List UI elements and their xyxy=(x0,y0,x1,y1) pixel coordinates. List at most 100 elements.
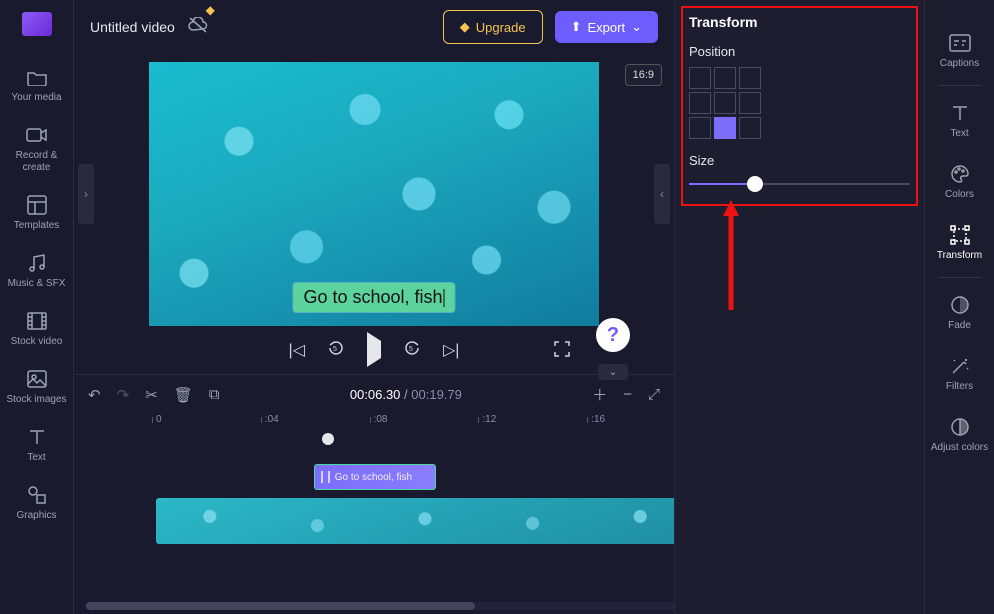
export-label: Export xyxy=(588,20,626,35)
sidebar-item-text[interactable]: Text xyxy=(0,416,73,474)
timeline-time: 00:06.30 / 00:19.79 xyxy=(236,387,577,402)
transform-panel-title: Transform xyxy=(689,14,910,30)
duplicate-icon[interactable]: ⧉ xyxy=(209,386,220,403)
tool-label: Filters xyxy=(946,381,973,392)
sidebar-item-your-media[interactable]: Your media xyxy=(0,56,73,114)
image-icon xyxy=(26,368,48,390)
crown-icon: ◆ xyxy=(460,19,470,35)
templates-icon xyxy=(26,194,48,216)
sidebar-item-label: Record & create xyxy=(4,150,69,174)
upgrade-button[interactable]: ◆ Upgrade xyxy=(443,10,543,44)
sidebar-item-label: Music & SFX xyxy=(8,278,66,290)
shapes-icon xyxy=(26,484,48,506)
skip-back-icon[interactable]: |◁ xyxy=(289,340,305,360)
zoom-out-icon[interactable]: − xyxy=(623,386,632,403)
export-button[interactable]: ⬆ Export ⌄ xyxy=(555,11,658,43)
wand-icon xyxy=(949,355,971,377)
position-cell-3[interactable] xyxy=(689,92,711,114)
svg-text:5: 5 xyxy=(333,346,337,353)
sidebar-item-record-create[interactable]: Record & create xyxy=(0,114,73,184)
skip-forward-icon[interactable]: ▷| xyxy=(443,340,459,360)
redo-icon[interactable]: ↷ xyxy=(117,386,130,404)
timeline-ruler[interactable]: 0:04:08:12:16:20 xyxy=(86,414,674,436)
tool-label: Captions xyxy=(940,58,979,69)
sidebar-item-graphics[interactable]: Graphics xyxy=(0,474,73,532)
caption-text: Go to school, fish xyxy=(303,287,442,307)
video-preview[interactable]: Go to school, fish xyxy=(149,62,599,326)
position-cell-2[interactable] xyxy=(739,67,761,89)
rewind-5-icon[interactable]: 5 xyxy=(327,339,345,362)
cloud-sync-off-icon[interactable]: ◆ xyxy=(187,17,209,38)
add-track-icon[interactable]: ＋ xyxy=(592,384,607,405)
scrollbar-thumb[interactable] xyxy=(86,602,475,610)
sidebar-item-music-sfx[interactable]: Music & SFX xyxy=(0,242,73,300)
sidebar-item-label: Templates xyxy=(14,220,60,232)
tool-label: Colors xyxy=(945,189,974,200)
diamond-icon: ◆ xyxy=(206,3,215,17)
tool-fade[interactable]: Fade xyxy=(925,282,994,343)
forward-5-icon[interactable]: 5 xyxy=(403,339,421,362)
text-clip-label: Go to school, fish xyxy=(335,472,412,483)
aspect-ratio-selector[interactable]: 16:9 xyxy=(625,64,662,86)
app-logo[interactable] xyxy=(22,12,52,36)
ruler-tick: 0 xyxy=(156,414,162,425)
timeline[interactable]: 0:04:08:12:16:20 Go to school, fish xyxy=(74,414,674,614)
tool-label: Fade xyxy=(948,320,971,331)
tool-filters[interactable]: Filters xyxy=(925,343,994,404)
sidebar-item-label: Graphics xyxy=(16,510,56,522)
size-slider-thumb[interactable] xyxy=(747,176,763,192)
position-cell-8[interactable] xyxy=(739,117,761,139)
chevron-down-icon: ⌄ xyxy=(631,19,642,35)
tool-text[interactable]: Text xyxy=(925,90,994,151)
position-cell-4[interactable] xyxy=(714,92,736,114)
sidebar-item-templates[interactable]: Templates xyxy=(0,184,73,242)
sidebar-item-label: Text xyxy=(27,452,45,464)
ruler-tick: :08 xyxy=(374,414,388,425)
position-cell-6[interactable] xyxy=(689,117,711,139)
sidebar-item-stock-video[interactable]: Stock video xyxy=(0,300,73,358)
undo-icon[interactable]: ↶ xyxy=(88,386,101,404)
ruler-tick: :04 xyxy=(265,414,279,425)
tool-colors[interactable]: Colors xyxy=(925,151,994,212)
ruler-tick: :16 xyxy=(591,414,605,425)
sidebar-item-stock-images[interactable]: Stock images xyxy=(0,358,73,416)
project-title[interactable]: Untitled video xyxy=(90,19,175,35)
timeline-scrollbar[interactable] xyxy=(86,602,676,610)
tool-captions[interactable]: Captions xyxy=(925,20,994,81)
caption-overlay[interactable]: Go to school, fish xyxy=(293,283,454,312)
delete-icon[interactable]: 🗑 xyxy=(174,386,193,404)
fullscreen-icon[interactable] xyxy=(554,341,570,360)
upgrade-label: Upgrade xyxy=(476,20,526,35)
expand-left-panel[interactable]: › xyxy=(78,164,94,224)
position-cell-0[interactable] xyxy=(689,67,711,89)
sidebar-item-label: Your media xyxy=(11,92,61,104)
film-icon xyxy=(26,310,48,332)
position-cell-5[interactable] xyxy=(739,92,761,114)
tool-adjust-colors[interactable]: Adjust colors xyxy=(925,404,994,465)
play-button[interactable] xyxy=(367,341,381,359)
tool-transform[interactable]: Transform xyxy=(925,212,994,273)
size-label: Size xyxy=(689,153,910,168)
sidebar-item-label: Stock images xyxy=(6,394,66,406)
duration-time: 00:19.79 xyxy=(411,387,462,402)
help-button[interactable]: ? xyxy=(596,318,630,352)
contrast-icon xyxy=(949,416,971,438)
size-slider[interactable] xyxy=(689,176,910,192)
collapse-timeline[interactable]: ⌄ xyxy=(598,364,628,380)
upload-icon: ⬆ xyxy=(571,19,582,35)
position-cell-1[interactable] xyxy=(714,67,736,89)
position-label: Position xyxy=(689,44,910,59)
text-clip[interactable]: Go to school, fish xyxy=(314,464,436,490)
video-clip[interactable] xyxy=(156,498,694,544)
text-icon xyxy=(26,426,48,448)
music-icon xyxy=(26,252,48,274)
expand-right-panel[interactable]: ‹ xyxy=(654,164,670,224)
position-grid[interactable] xyxy=(689,67,910,139)
transform-icon xyxy=(949,224,971,246)
current-time: 00:06.30 xyxy=(350,387,401,402)
position-cell-7[interactable] xyxy=(714,117,736,139)
zoom-fit-icon[interactable]: ⤢ xyxy=(648,386,660,403)
fade-icon xyxy=(949,294,971,316)
captions-icon xyxy=(949,32,971,54)
split-icon[interactable]: ✂ xyxy=(145,386,158,404)
